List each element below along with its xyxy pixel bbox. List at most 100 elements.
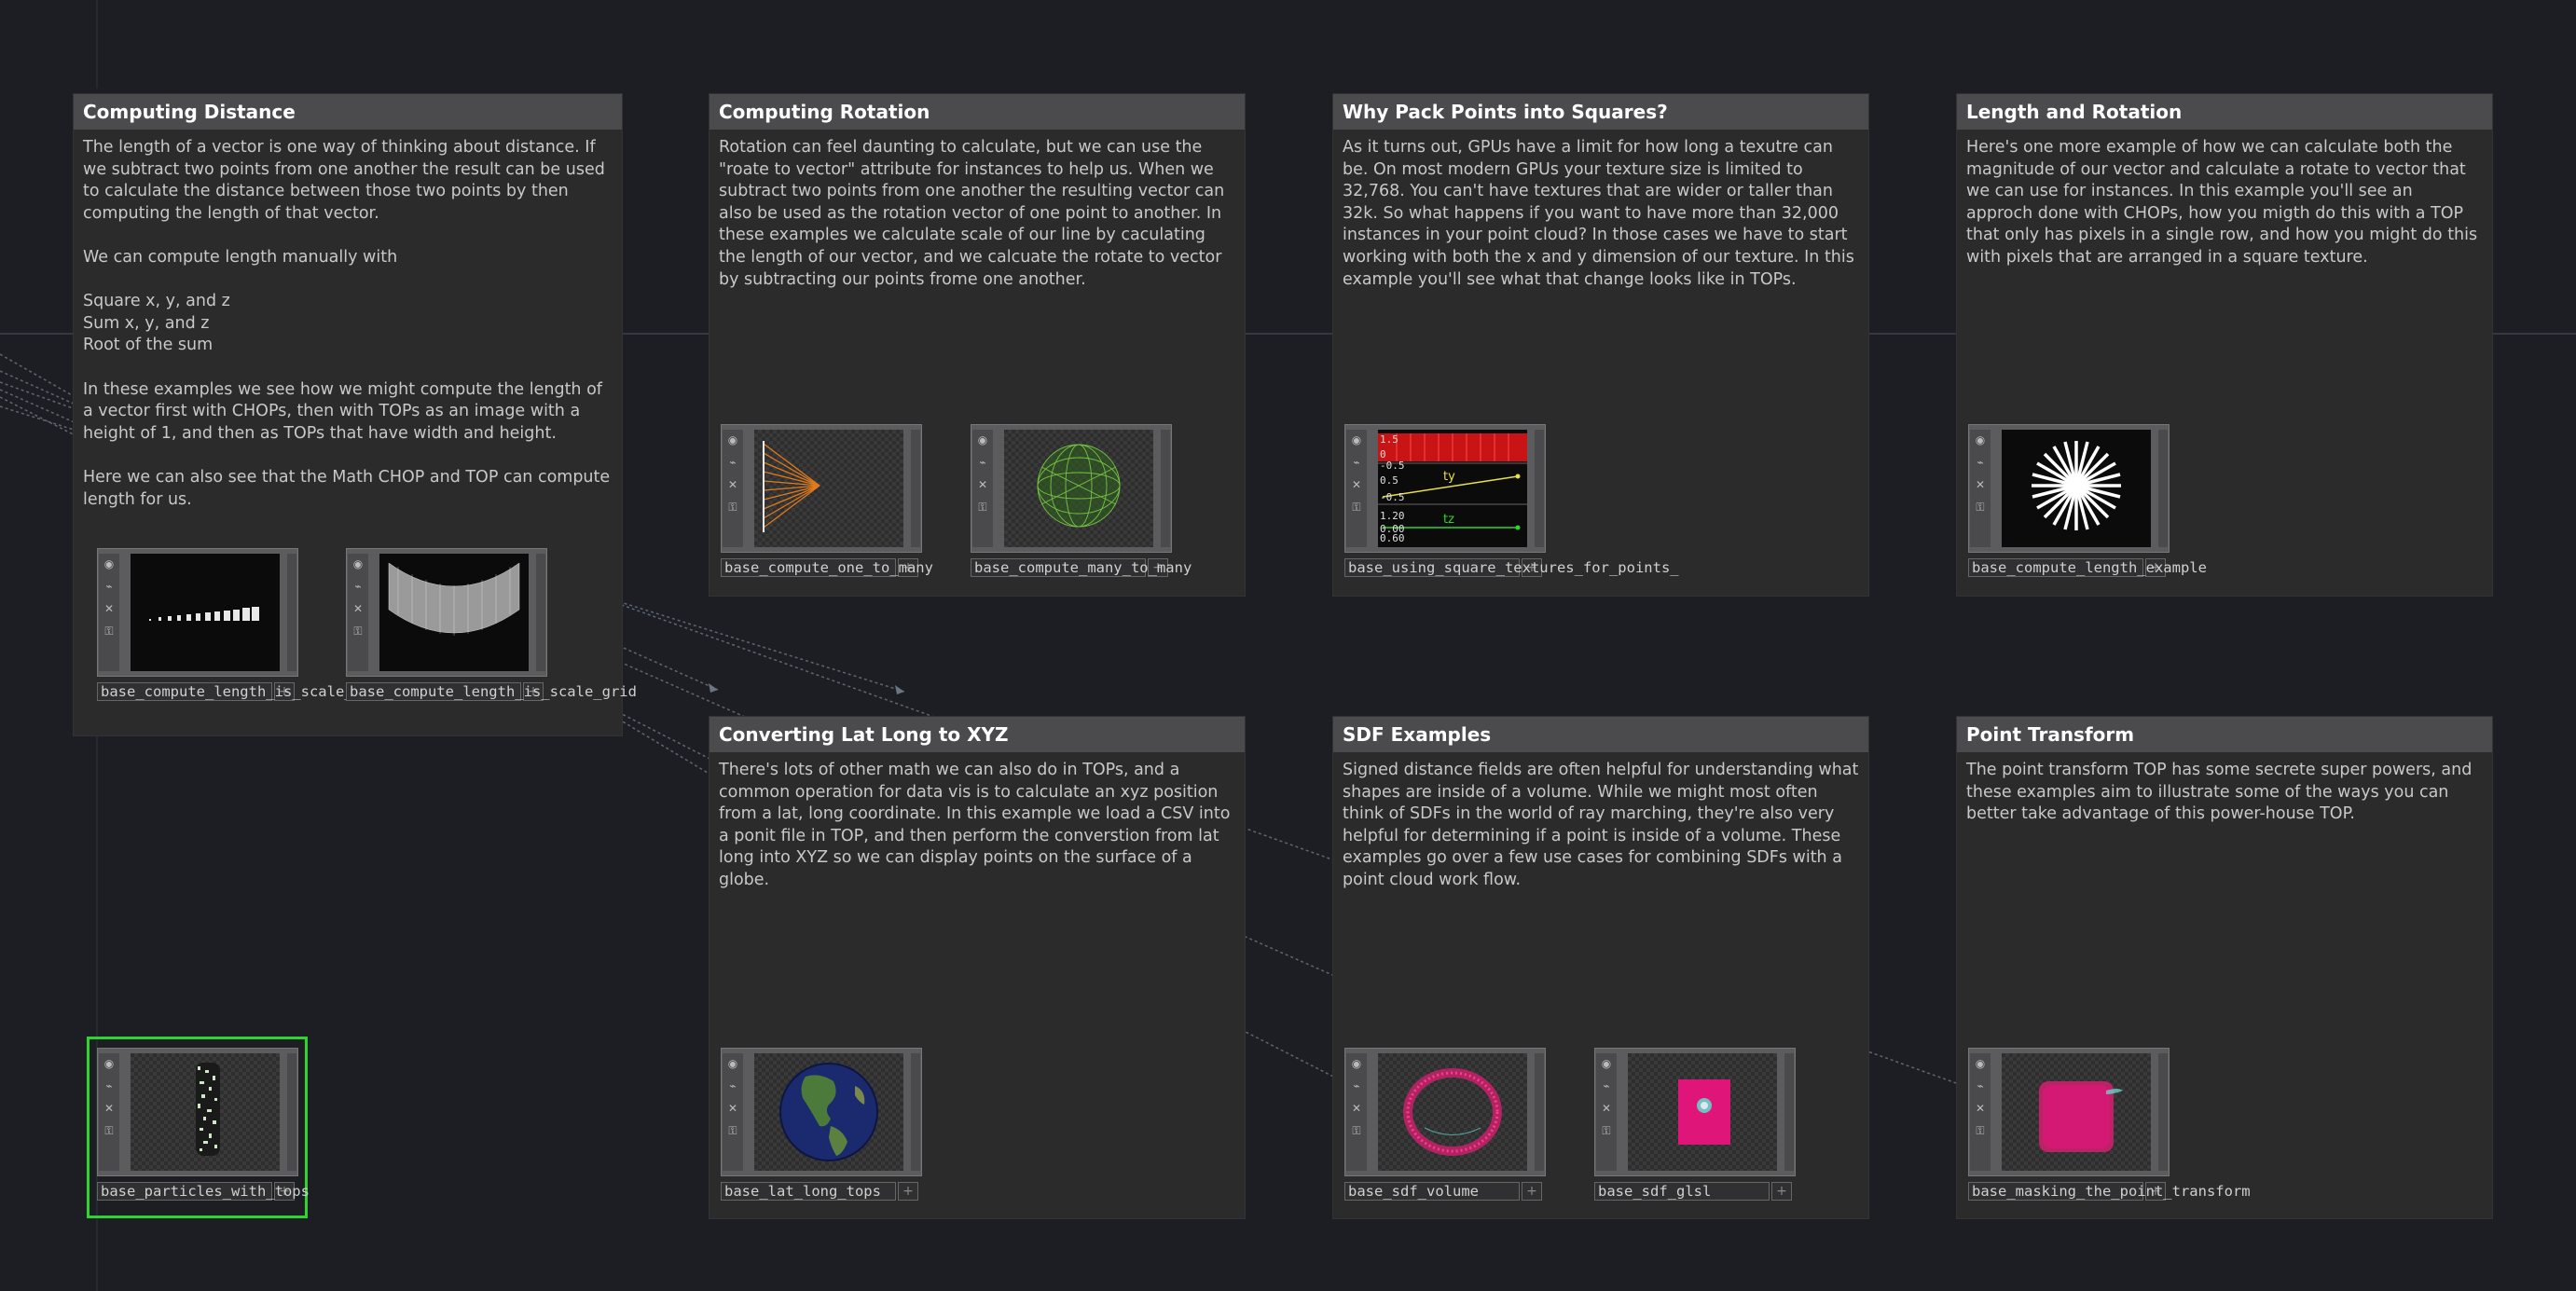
chop-tick-label: 1.5 <box>1380 433 1398 446</box>
plus-icon[interactable]: + <box>1522 1182 1542 1201</box>
annotation-title: Length and Rotation <box>1957 94 2492 130</box>
node-base-masking-the-point-transform[interactable]: ◉ ⌁ ✕ ⚿ + base_masking_the_point_transfo… <box>1968 1048 2251 1201</box>
lock-icon[interactable]: ⚿ <box>103 625 116 638</box>
close-icon[interactable]: ✕ <box>1974 1102 1987 1115</box>
eye-icon[interactable]: ◉ <box>1974 1057 1987 1070</box>
annotation-body: The length of a vector is one way of thi… <box>83 138 611 509</box>
node-name: base_compute_many_to_many <box>974 559 1192 576</box>
annotation-body: As it turns out, GPUs have a limit for h… <box>1343 138 1860 289</box>
close-icon[interactable]: ✕ <box>1600 1102 1613 1115</box>
node-base-lat-long-tops[interactable]: ◉ ⌁ ✕ ⚿ + base_lat_long_tops <box>721 1048 922 1201</box>
plus-icon[interactable]: + <box>1771 1182 1792 1201</box>
eye-icon[interactable]: ◉ <box>726 1057 739 1070</box>
eye-icon[interactable]: ◉ <box>1600 1057 1613 1070</box>
lock-icon[interactable]: ⚿ <box>351 625 365 638</box>
bypass-icon[interactable]: ⌁ <box>351 580 365 593</box>
node-base-using-square-textures-for-points[interactable]: ◉ ⌁ ✕ ⚿ 1.5 0 -0.5 0.5 -0.5 1.20 0.00 0.… <box>1344 424 1679 577</box>
node-name: base_particles_with_tops <box>101 1183 310 1200</box>
chop-tick-label: 0.5 <box>1380 474 1398 487</box>
bypass-icon[interactable]: ⌁ <box>976 456 989 469</box>
node-output-bar <box>2158 1053 2168 1171</box>
annotation-body: Signed distance fields are often helpful… <box>1343 761 1864 889</box>
annotation-body: There's lots of other math we can also d… <box>719 761 1235 889</box>
node-flag-bar: ◉ ⌁ ✕ ⚿ <box>99 1053 119 1171</box>
bypass-icon[interactable]: ⌁ <box>1974 1079 1987 1092</box>
bypass-icon[interactable]: ⌁ <box>726 456 739 469</box>
close-icon[interactable]: ✕ <box>1350 478 1363 491</box>
node-viewer[interactable] <box>379 554 529 671</box>
grid-surface-preview <box>388 562 520 636</box>
node-name: base_using_square_textures_for_points_ <box>1348 559 1679 576</box>
node-viewer[interactable] <box>131 554 280 671</box>
node-base-sdf-volume[interactable]: ◉ ⌁ ✕ ⚿ + base_sdf_volume <box>1344 1048 1546 1201</box>
node-base-particles-with-tops[interactable]: ◉ ⌁ ✕ ⚿ + base_particles_with_tops <box>97 1048 310 1201</box>
bypass-icon[interactable]: ⌁ <box>103 1079 116 1092</box>
node-flag-bar: ◉ ⌁ ✕ ⚿ <box>1346 430 1367 547</box>
close-icon[interactable]: ✕ <box>103 1102 116 1115</box>
bypass-icon[interactable]: ⌁ <box>103 580 116 593</box>
node-output-bar <box>911 1053 920 1171</box>
bypass-icon[interactable]: ⌁ <box>1974 456 1987 469</box>
node-name: base_lat_long_tops <box>724 1183 881 1200</box>
node-viewer[interactable] <box>1004 430 1153 547</box>
close-icon[interactable]: ✕ <box>103 602 116 615</box>
eye-icon[interactable]: ◉ <box>351 557 365 570</box>
node-base-compute-length-example[interactable]: ◉ ⌁ ✕ ⚿ + base_compute_length_example <box>1968 424 2207 577</box>
eye-icon[interactable]: ◉ <box>976 433 989 446</box>
node-output-bar <box>1535 1053 1544 1171</box>
node-name: base_compute_length_is_scale_1 <box>101 683 362 700</box>
node-viewer[interactable] <box>754 430 903 547</box>
node-viewer[interactable]: 1.5 0 -0.5 0.5 -0.5 1.20 0.00 0.60 ty tz <box>1378 430 1527 547</box>
bypass-icon[interactable]: ⌁ <box>1600 1079 1613 1092</box>
eye-icon[interactable]: ◉ <box>1974 433 1987 446</box>
eye-icon[interactable]: ◉ <box>1350 1057 1363 1070</box>
node-viewer[interactable] <box>1628 1053 1777 1171</box>
node-base-sdf-glsl[interactable]: ◉ ⌁ ✕ ⚿ + base_sdf_glsl <box>1594 1048 1796 1201</box>
node-viewer[interactable] <box>1378 1053 1527 1171</box>
node-output-bar <box>911 430 920 547</box>
node-base-compute-many-to-many[interactable]: ◉ ⌁ ✕ ⚿ + base_compute_many_to_many <box>971 424 1192 577</box>
bypass-icon[interactable]: ⌁ <box>726 1079 739 1092</box>
lock-icon[interactable]: ⚿ <box>1350 501 1363 514</box>
annotation-body: The point transform TOP has some secrete… <box>1966 761 2477 824</box>
node-base-compute-length-is-scale-1[interactable]: ◉ ⌁ ✕ ⚿ + base_compute_length_is_scale_1 <box>97 548 362 701</box>
node-viewer[interactable] <box>754 1053 903 1171</box>
close-icon[interactable]: ✕ <box>1350 1102 1363 1115</box>
node-output-bar <box>2158 430 2168 547</box>
node-base-compute-length-is-scale-grid[interactable]: ◉ ⌁ ✕ ⚿ + base_compute_length_is_scale_g… <box>346 548 637 701</box>
close-icon[interactable]: ✕ <box>976 478 989 491</box>
lock-icon[interactable]: ⚿ <box>726 1124 739 1137</box>
lock-icon[interactable]: ⚿ <box>1350 1124 1363 1137</box>
chop-channel-label: ty <box>1443 470 1455 484</box>
annotation-title: Converting Lat Long to XYZ <box>709 717 1245 752</box>
eye-icon[interactable]: ◉ <box>726 433 739 446</box>
lock-icon[interactable]: ⚿ <box>1974 501 1987 514</box>
close-icon[interactable]: ✕ <box>351 602 365 615</box>
close-icon[interactable]: ✕ <box>1974 478 1987 491</box>
close-icon[interactable]: ✕ <box>726 1102 739 1115</box>
node-viewer[interactable] <box>2002 430 2151 547</box>
lock-icon[interactable]: ⚿ <box>103 1124 116 1137</box>
eye-icon[interactable]: ◉ <box>1350 433 1363 446</box>
node-output-bar <box>1784 1053 1794 1171</box>
plus-icon[interactable]: + <box>898 1182 918 1201</box>
annotation-title: Computing Distance <box>74 94 622 130</box>
node-flag-bar: ◉ ⌁ ✕ ⚿ <box>723 1053 743 1171</box>
eye-icon[interactable]: ◉ <box>103 557 116 570</box>
eye-icon[interactable]: ◉ <box>103 1057 116 1070</box>
lock-icon[interactable]: ⚿ <box>1600 1124 1613 1137</box>
lock-icon[interactable]: ⚿ <box>726 501 739 514</box>
node-base-compute-one-to-many[interactable]: ◉ ⌁ ✕ ⚿ + base_compute_one_to_many <box>721 424 933 577</box>
bypass-icon[interactable]: ⌁ <box>1350 1079 1363 1092</box>
close-icon[interactable]: ✕ <box>726 478 739 491</box>
node-viewer[interactable] <box>131 1053 280 1171</box>
node-flag-bar: ◉ ⌁ ✕ ⚿ <box>99 554 119 671</box>
lock-icon[interactable]: ⚿ <box>976 501 989 514</box>
node-viewer[interactable] <box>2002 1053 2151 1171</box>
node-flag-bar: ◉ ⌁ ✕ ⚿ <box>723 430 743 547</box>
node-flag-bar: ◉ ⌁ ✕ ⚿ <box>1346 1053 1367 1171</box>
bypass-icon[interactable]: ⌁ <box>1350 456 1363 469</box>
lock-icon[interactable]: ⚿ <box>1974 1124 1987 1137</box>
node-output-bar <box>287 554 296 671</box>
pink-square-preview <box>1678 1079 1730 1145</box>
